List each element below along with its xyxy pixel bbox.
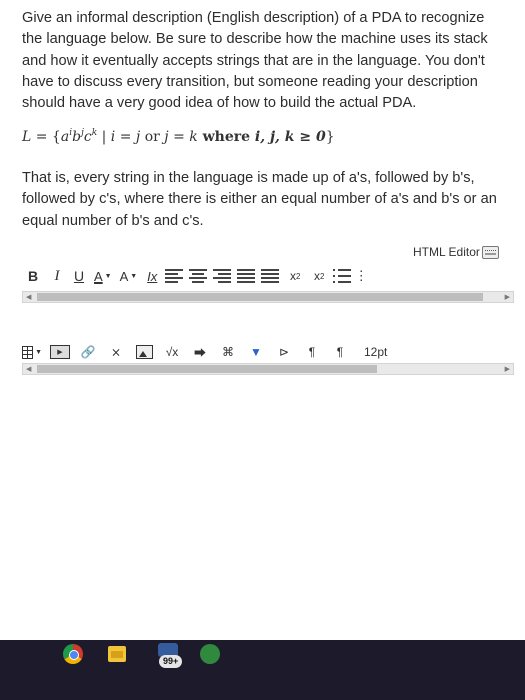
- question-line: have to discuss every transition, but so…: [22, 73, 478, 90]
- scroll-left-icon[interactable]: ◀: [26, 293, 31, 301]
- language-formula: L = {aibjck | i = j or j = k where i, j,…: [22, 129, 335, 146]
- more-options-icon[interactable]: ⋮: [355, 265, 368, 287]
- unlink-icon[interactable]: ⨯: [106, 343, 126, 361]
- formula-close: }: [325, 129, 335, 145]
- sqrt-button[interactable]: √x: [162, 343, 182, 361]
- formula-cond2: j = k: [164, 129, 198, 145]
- question-text: Give an informal description (English de…: [22, 8, 512, 114]
- outdent-icon[interactable]: [237, 269, 256, 283]
- formula-or: or: [140, 129, 165, 145]
- question-line: should have a very good idea of how to b…: [22, 95, 417, 112]
- explanation-line: That is, every string in the language is…: [22, 170, 475, 186]
- formula-mid: |: [97, 129, 111, 145]
- chevron-down-icon[interactable]: ▼: [105, 273, 112, 280]
- bullet-list-icon[interactable]: [333, 269, 352, 283]
- table-icon: [22, 345, 34, 359]
- notification-badge: 99+: [159, 655, 183, 668]
- underline-button[interactable]: U: [70, 265, 88, 287]
- embed-icon[interactable]: ⮕: [190, 343, 210, 361]
- italic-button[interactable]: I: [48, 265, 66, 287]
- green-app-icon[interactable]: [200, 644, 220, 664]
- ltr-button[interactable]: ¶: [302, 343, 322, 361]
- highlight-color-label: A: [119, 268, 129, 284]
- clear-formatting-button[interactable]: Ix: [143, 265, 161, 287]
- explanation-text: That is, every string in the language is…: [22, 168, 512, 232]
- rtl-button[interactable]: ¶: [330, 343, 350, 361]
- question-line: and how it eventually accepts strings th…: [22, 52, 485, 69]
- quiz-page: Give an informal description (English de…: [0, 0, 525, 700]
- align-left-icon[interactable]: [165, 269, 184, 283]
- question-line: the language below. Be sure to describe …: [22, 31, 488, 48]
- formatting-toolbar: B I U A ▼ A ▼ Ix x2 x2 ⋮: [22, 263, 514, 289]
- media-icon[interactable]: ▶: [50, 343, 70, 361]
- align-right-icon[interactable]: [213, 269, 232, 283]
- font-size-select[interactable]: 12pt: [364, 345, 387, 359]
- question-line: Give an informal description (English de…: [22, 10, 485, 26]
- keyboard-icon[interactable]: [481, 245, 499, 259]
- chrome-icon[interactable]: [63, 644, 83, 664]
- formula-eq: = {: [31, 129, 61, 145]
- table-button[interactable]: ▼: [22, 343, 42, 361]
- toolbar-scrollbar[interactable]: ◀ ▶: [22, 363, 514, 375]
- image-icon[interactable]: [134, 343, 154, 361]
- chevron-down-icon[interactable]: ▼: [130, 273, 137, 280]
- align-center-icon[interactable]: [189, 269, 208, 283]
- font-color-label: A: [94, 268, 103, 284]
- superscript-button[interactable]: x2: [285, 265, 305, 287]
- formula-cond1: i = j: [110, 129, 141, 145]
- bold-button[interactable]: B: [22, 265, 44, 287]
- formula-vars: i, j, k ≥ 0: [254, 129, 326, 145]
- toolbar-scrollbar[interactable]: ◀ ▶: [22, 291, 514, 303]
- apps-icon[interactable]: ⌘: [218, 343, 238, 361]
- explanation-line: equal number of b's and c's.: [22, 212, 204, 229]
- formula-a: a: [60, 129, 70, 145]
- superscript-mark: 2: [295, 271, 301, 281]
- explanation-line: followed by c's, where there is either a…: [22, 191, 497, 208]
- video-icon[interactable]: ⊳: [274, 343, 294, 361]
- scroll-right-icon[interactable]: ▶: [505, 293, 510, 301]
- formula-where: where: [197, 129, 255, 145]
- scroll-thumb[interactable]: [37, 365, 377, 373]
- html-editor-label: HTML Editor: [413, 245, 480, 259]
- subscript-mark: 2: [319, 271, 325, 281]
- insert-toolbar: ▼ ▶ 🔗 ⨯ √x ⮕ ⌘ ▼ ⊳ ¶ ¶ 12pt: [22, 339, 514, 365]
- html-editor-link[interactable]: HTML Editor: [413, 245, 499, 259]
- files-app-icon[interactable]: [108, 646, 126, 662]
- subscript-button[interactable]: x2: [309, 265, 329, 287]
- formula-b: b: [72, 129, 82, 145]
- scroll-right-icon[interactable]: ▶: [505, 365, 510, 373]
- link-icon[interactable]: 🔗: [78, 343, 98, 361]
- highlight-color-button[interactable]: A ▼: [118, 265, 140, 287]
- indent-icon[interactable]: [261, 269, 280, 283]
- formula-lhs: L: [22, 129, 32, 145]
- v-dropdown-icon[interactable]: ▼: [246, 343, 266, 361]
- chevron-down-icon[interactable]: ▼: [35, 349, 42, 356]
- formula-c: c: [83, 129, 92, 145]
- scroll-thumb[interactable]: [37, 293, 483, 301]
- scroll-left-icon[interactable]: ◀: [26, 365, 31, 373]
- font-color-button[interactable]: A ▼: [92, 265, 114, 287]
